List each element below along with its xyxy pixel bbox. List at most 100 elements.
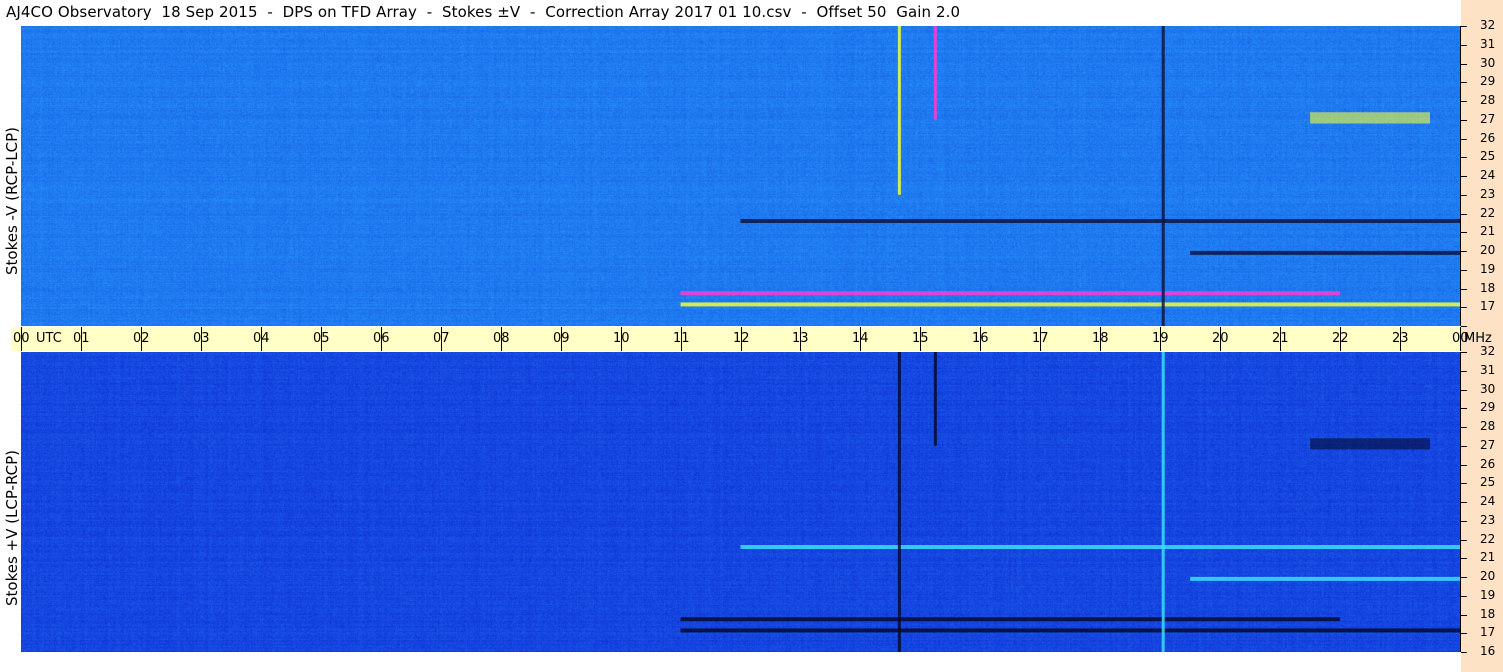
frequency-tick-mark <box>1461 502 1467 503</box>
frequency-tick-label: 27 <box>1480 112 1496 126</box>
time-tick-label: 12 <box>733 331 750 346</box>
frequency-tick-label: 24 <box>1480 494 1496 508</box>
frequency-tick-label: 16 <box>1480 644 1496 658</box>
time-tick-label: 06 <box>373 331 390 346</box>
frequency-tick-label: 26 <box>1480 457 1496 471</box>
time-tick-label: 23 <box>1392 331 1409 346</box>
frequency-tick-label: 22 <box>1480 532 1496 546</box>
frequency-tick-label: 25 <box>1480 475 1496 489</box>
frequency-tick-label: 30 <box>1480 56 1496 70</box>
frequency-tick-mark <box>1461 521 1467 522</box>
burst-line-5 <box>897 26 901 195</box>
time-tick-label: 04 <box>253 331 270 346</box>
frequency-tick-mark <box>1461 214 1467 215</box>
frequency-tick-label: 20 <box>1480 243 1496 257</box>
emission-band-0 <box>680 291 1341 296</box>
frequency-tick-label: 26 <box>1480 131 1496 145</box>
frequency-tick-mark <box>1461 101 1467 102</box>
frequency-tick-mark <box>1461 483 1467 484</box>
time-tick-label: 17 <box>1032 331 1049 346</box>
frequency-tick-label: 32 <box>1480 18 1496 32</box>
frequency-tick-mark <box>1461 408 1467 409</box>
frequency-tick-mark <box>1461 82 1467 83</box>
time-tick-label: 16 <box>972 331 989 346</box>
frequency-tick-label: 25 <box>1480 149 1496 163</box>
time-tick-label: 15 <box>912 331 929 346</box>
time-tick-label: 14 <box>852 331 869 346</box>
frequency-tick-mark <box>1461 615 1467 616</box>
burst-line-7 <box>1161 26 1165 326</box>
time-tick-label: 21 <box>1272 331 1289 346</box>
frequency-tick-label: 17 <box>1480 299 1496 313</box>
emission-patch-4 <box>1310 438 1431 450</box>
frequency-tick-label: 21 <box>1480 224 1496 238</box>
frequency-tick-label: 22 <box>1480 206 1496 220</box>
chart-title: AJ4CO Observatory 18 Sep 2015 - DPS on T… <box>6 3 961 21</box>
frequency-tick-label: 31 <box>1480 363 1496 377</box>
frequency-tick-mark <box>1461 307 1467 308</box>
frequency-tick-mark <box>1461 270 1467 271</box>
time-tick-label: 08 <box>493 331 510 346</box>
time-tick-label: 18 <box>1092 331 1109 346</box>
frequency-tick-mark <box>1461 652 1467 653</box>
frequency-tick-mark <box>1461 26 1467 27</box>
burst-line-6 <box>933 26 937 120</box>
frequency-tick-label: 19 <box>1480 588 1496 602</box>
time-tick-label: 11 <box>673 331 690 346</box>
time-tick-label: 00 <box>13 331 30 346</box>
frequency-tick-mark <box>1461 64 1467 65</box>
spectrogram-stokes-minus-v <box>21 26 1460 326</box>
frequency-tick-mark <box>1461 157 1467 158</box>
time-tick-label: 05 <box>313 331 330 346</box>
time-tick-label: 01 <box>73 331 90 346</box>
time-tick-label: 02 <box>133 331 150 346</box>
frequency-tick-mark <box>1461 176 1467 177</box>
frequency-tick-mark <box>1461 352 1467 353</box>
frequency-tick-label: 30 <box>1480 382 1496 396</box>
frequency-tick-label: 18 <box>1480 607 1496 621</box>
frequency-tick-mark <box>1461 251 1467 252</box>
frequency-tick-mark <box>1461 633 1467 634</box>
frequency-tick-mark <box>1461 139 1467 140</box>
frequency-tick-label: 28 <box>1480 419 1496 433</box>
time-tick-label: 19 <box>1152 331 1169 346</box>
frequency-tick-mark <box>1461 596 1467 597</box>
frequency-tick-label: 21 <box>1480 550 1496 564</box>
y-axis-label-bottom: Stokes +V (LCP-RCP) <box>3 450 21 606</box>
frequency-tick-mark <box>1461 465 1467 466</box>
time-tick-label: 20 <box>1212 331 1229 346</box>
frequency-tick-mark <box>1461 390 1467 391</box>
frequency-tick-label: 23 <box>1480 513 1496 527</box>
frequency-tick-mark <box>1461 540 1467 541</box>
frequency-tick-mark <box>1461 289 1467 290</box>
time-tick-label: 03 <box>193 331 210 346</box>
emission-band-1 <box>680 302 1460 307</box>
frequency-tick-mark <box>1461 558 1467 559</box>
burst-line-5 <box>897 352 901 652</box>
emission-band-2 <box>740 545 1460 549</box>
frequency-tick-label: 17 <box>1480 625 1496 639</box>
frequency-tick-mark <box>1461 446 1467 447</box>
frequency-tick-label: 28 <box>1480 93 1496 107</box>
y-axis-label-top: Stokes -V (RCP-LCP) <box>3 127 21 275</box>
time-tick-label: 10 <box>613 331 630 346</box>
time-tick-label: 13 <box>792 331 809 346</box>
frequency-tick-mark <box>1461 371 1467 372</box>
frequency-tick-mark <box>1461 120 1467 121</box>
emission-band-2 <box>740 219 1460 223</box>
frequency-tick-label: 32 <box>1480 344 1496 358</box>
emission-band-3 <box>1190 576 1460 581</box>
time-tick-label: 22 <box>1332 331 1349 346</box>
frequency-tick-label: 19 <box>1480 262 1496 276</box>
spectrogram-stokes-plus-v <box>21 352 1460 652</box>
emission-band-1 <box>680 628 1460 633</box>
time-axis-unit: UTC <box>36 331 62 346</box>
frequency-tick-mark <box>1461 427 1467 428</box>
frequency-tick-label: 27 <box>1480 438 1496 452</box>
frequency-tick-label: 29 <box>1480 74 1496 88</box>
time-tick-label: 07 <box>433 331 450 346</box>
emission-band-0 <box>680 617 1341 622</box>
emission-patch-4 <box>1310 112 1431 124</box>
frequency-tick-mark <box>1461 45 1467 46</box>
frequency-tick-label: 18 <box>1480 281 1496 295</box>
